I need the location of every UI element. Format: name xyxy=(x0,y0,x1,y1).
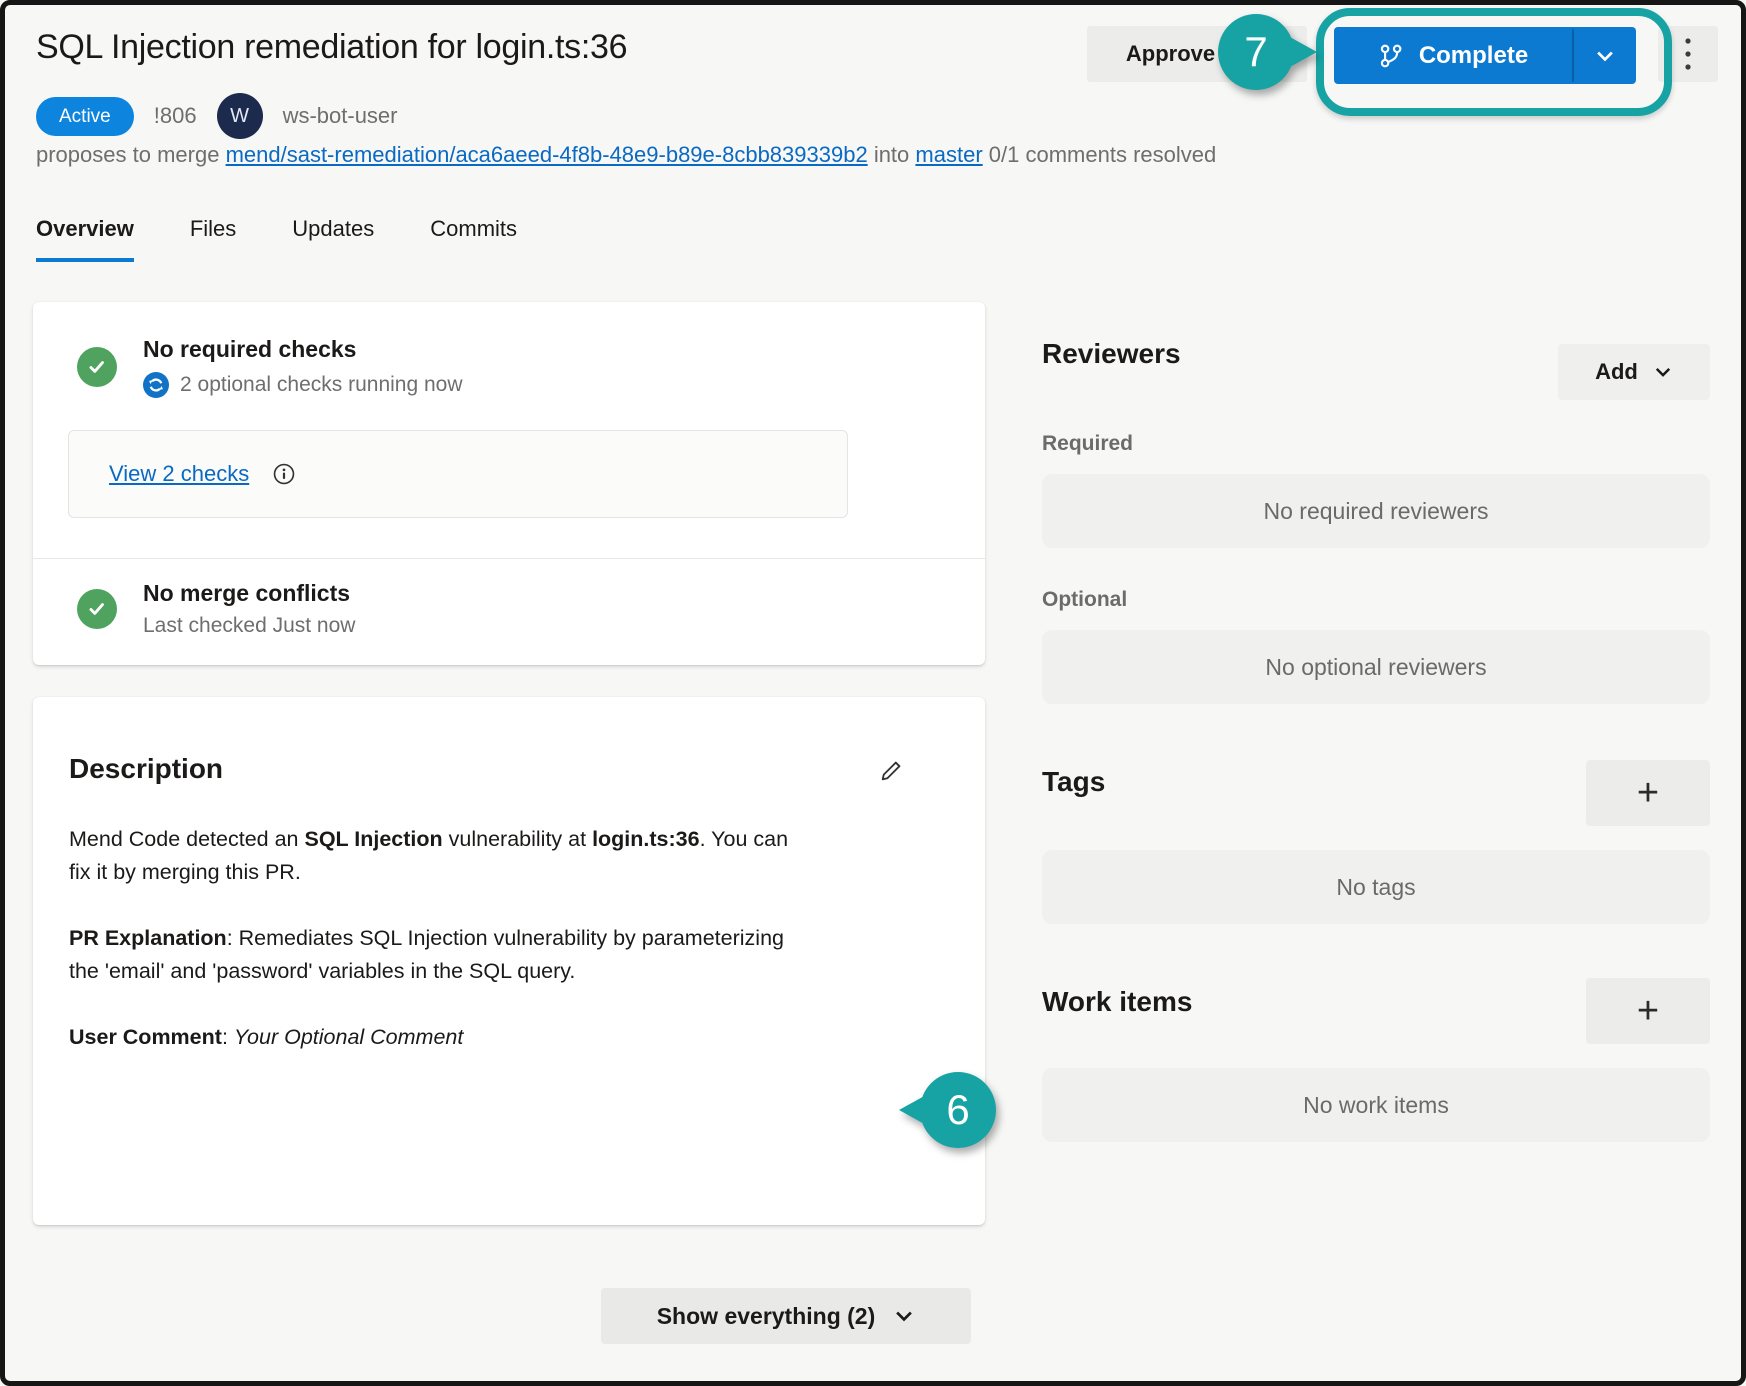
work-items-empty-state: No work items xyxy=(1042,1068,1710,1142)
complete-button-label: Complete xyxy=(1418,41,1529,69)
pr-number: !806 xyxy=(153,103,197,128)
required-checks-title: No required checks xyxy=(143,336,357,362)
description-paragraph: PR Explanation: Remediates SQL Injection… xyxy=(69,922,809,988)
edit-description-button[interactable] xyxy=(869,749,913,793)
pencil-icon xyxy=(878,758,904,784)
merge-conflicts-title: No merge conflicts xyxy=(143,580,351,606)
view-checks-panel: View 2 checks xyxy=(68,430,848,518)
optional-reviewers-label: Optional xyxy=(1042,588,1128,611)
pr-meta-row: Active !806 W ws-bot-user xyxy=(36,92,398,140)
desc-text-italic: Your Optional Comment xyxy=(233,1025,464,1049)
info-icon[interactable] xyxy=(273,463,295,485)
kebab-menu-icon xyxy=(1684,37,1692,71)
required-reviewers-empty-text: No required reviewers xyxy=(1263,497,1489,524)
plus-icon: + xyxy=(1636,989,1660,1032)
checks-card: No required checks 2 optional checks run… xyxy=(33,302,985,665)
optional-reviewers-empty-text: No optional reviewers xyxy=(1265,653,1487,680)
required-checks-row: No required checks 2 optional checks run… xyxy=(77,336,463,398)
add-tag-button[interactable]: + xyxy=(1586,760,1710,826)
desc-text-bold: SQL Injection xyxy=(304,827,443,851)
tab-files[interactable]: Files xyxy=(190,216,236,262)
sync-running-icon xyxy=(143,372,169,398)
required-reviewers-empty-state: No required reviewers xyxy=(1042,474,1710,548)
show-everything-button[interactable]: Show everything (2) xyxy=(601,1288,971,1344)
desc-text: : xyxy=(221,1025,234,1049)
annotation-pin-6: 6 xyxy=(899,1072,996,1148)
card-divider xyxy=(33,558,985,559)
view-checks-link[interactable]: View 2 checks xyxy=(109,461,249,487)
source-branch-link[interactable]: mend/sast-remediation/aca6aeed-4f8b-48e9… xyxy=(226,142,868,167)
target-branch-link[interactable]: master xyxy=(915,142,982,167)
chevron-down-icon xyxy=(893,1305,915,1327)
status-badge: Active xyxy=(36,96,134,136)
description-paragraph: Mend Code detected an SQL Injection vuln… xyxy=(69,823,809,889)
desc-text: Mend Code detected an xyxy=(69,827,305,851)
complete-button[interactable]: Complete xyxy=(1334,27,1636,84)
description-paragraph: User Comment: Your Optional Comment xyxy=(69,1021,809,1054)
add-reviewer-button[interactable]: Add xyxy=(1558,344,1710,400)
work-items-empty-text: No work items xyxy=(1303,1091,1449,1118)
tab-updates[interactable]: Updates xyxy=(292,216,374,262)
tags-empty-text: No tags xyxy=(1336,873,1416,900)
tags-heading: Tags xyxy=(1042,766,1106,797)
optional-reviewers-empty-state: No optional reviewers xyxy=(1042,630,1710,704)
merge-middle: into xyxy=(873,142,910,167)
chevron-down-icon xyxy=(1653,362,1673,382)
complete-button-main[interactable]: Complete xyxy=(1334,27,1572,84)
merge-conflicts-status: Last checked Just now xyxy=(143,614,356,637)
comments-resolved-count: 0/1 comments resolved xyxy=(988,142,1217,167)
description-body: Mend Code detected an SQL Injection vuln… xyxy=(69,823,809,1087)
merge-conflicts-row: No merge conflicts Last checked Just now xyxy=(77,580,355,638)
pr-tab-bar: Overview Files Updates Commits xyxy=(36,216,517,262)
avatar: W xyxy=(216,93,263,139)
desc-text: vulnerability at xyxy=(442,827,593,851)
merge-prefix: proposes to merge xyxy=(36,142,220,167)
tab-overview[interactable]: Overview xyxy=(36,216,134,262)
desc-text-bold: User Comment xyxy=(69,1025,222,1049)
svg-text:6: 6 xyxy=(946,1086,969,1133)
page-title: SQL Injection remediation for login.ts:3… xyxy=(36,28,628,66)
merge-summary: proposes to merge mend/sast-remediation/… xyxy=(36,142,1216,168)
add-work-item-button[interactable]: + xyxy=(1586,978,1710,1044)
add-reviewer-label: Add xyxy=(1595,359,1638,384)
chevron-down-icon xyxy=(1594,45,1616,67)
required-reviewers-label: Required xyxy=(1042,432,1134,455)
reviewers-heading: Reviewers xyxy=(1042,338,1181,369)
tab-commits[interactable]: Commits xyxy=(430,216,517,262)
desc-text-bold: login.ts:36 xyxy=(592,827,700,851)
work-items-heading: Work items xyxy=(1042,986,1193,1017)
annotation-pin-7: 7 xyxy=(1218,14,1317,90)
optional-checks-status: 2 optional checks running now xyxy=(180,373,463,396)
success-check-icon xyxy=(77,589,117,629)
svg-text:7: 7 xyxy=(1244,28,1267,75)
tags-empty-state: No tags xyxy=(1042,850,1710,924)
complete-dropdown-button[interactable] xyxy=(1574,27,1636,84)
pull-request-merge-icon xyxy=(1378,43,1404,69)
more-options-button[interactable] xyxy=(1658,26,1718,82)
plus-icon: + xyxy=(1636,771,1660,814)
show-everything-label: Show everything (2) xyxy=(656,1302,876,1329)
description-title: Description xyxy=(69,753,224,784)
success-check-icon xyxy=(77,347,117,387)
description-card: Description Mend Code detected an SQL In… xyxy=(33,697,985,1225)
desc-text-bold: PR Explanation xyxy=(69,926,227,950)
author-name: ws-bot-user xyxy=(282,103,398,128)
